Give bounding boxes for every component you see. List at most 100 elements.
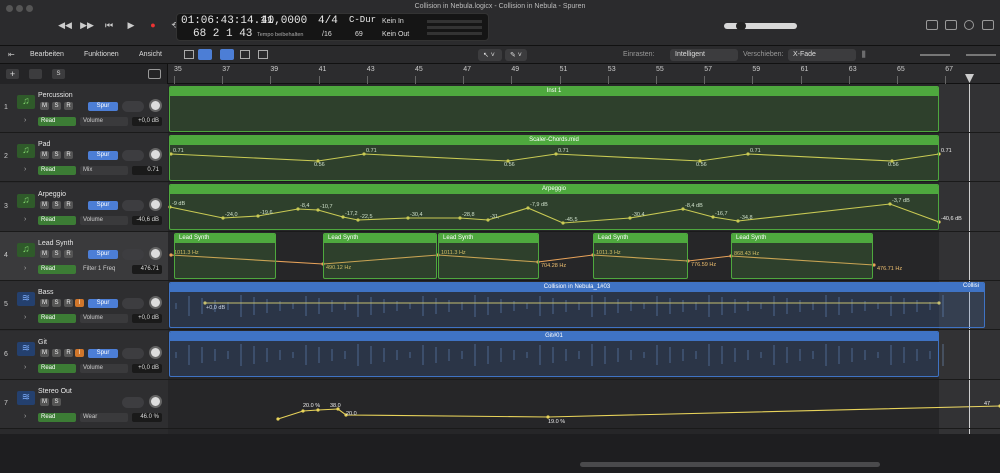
audio-region[interactable]: Git#01 <box>169 331 939 377</box>
automation-mode-select[interactable]: Read <box>38 412 76 422</box>
horizontal-zoom-slider[interactable] <box>966 54 996 56</box>
lcd-display[interactable]: 01:06:43:14.11 68 2 1 43 40,0000 Tempo b… <box>176 13 489 41</box>
midi-region[interactable]: Lead Synth <box>593 233 688 279</box>
record-enable-button[interactable]: R <box>64 249 73 258</box>
loop-browser-icon[interactable] <box>964 20 974 30</box>
track-toggle[interactable] <box>122 298 144 310</box>
pan-knob[interactable] <box>149 246 162 260</box>
automation-value[interactable]: -40,6 dB <box>132 215 162 225</box>
track-header[interactable]: 3 ♫ Arpeggio M S R Spur › Read Volume -40,6 dB <box>0 182 168 232</box>
automation-mode-select[interactable]: Read <box>38 314 76 324</box>
automation-parameter-select[interactable]: Volume <box>80 314 128 324</box>
functions-menu[interactable]: Funktionen <box>84 51 119 58</box>
mute-button[interactable]: M <box>40 151 49 160</box>
automation-parameter-select[interactable]: Mix <box>80 166 128 176</box>
automation-value[interactable]: +0,0 dB <box>132 363 162 373</box>
automation-parameter-select[interactable]: Filter 1 Freq <box>80 264 128 274</box>
automation-view-icon[interactable] <box>220 49 234 60</box>
drag-select[interactable]: X-Fade <box>788 49 856 61</box>
track-header[interactable]: 2 ♫ Pad M S R Spur › Read Mix 0.71 <box>0 133 168 183</box>
pencil-tool-select[interactable]: ✎ ˅ <box>505 49 527 61</box>
track-header[interactable]: 6 ≋ Git M S R I Spur › Read Volume +0,0 dB <box>0 330 168 380</box>
solo-button[interactable]: S <box>52 348 61 357</box>
midi-region[interactable]: Inst 1 <box>169 86 939 132</box>
snap-select[interactable]: Intelligent <box>670 49 738 61</box>
waveform-zoom-icon[interactable]: ⫼ <box>862 50 866 60</box>
midi-region[interactable]: Arpeggio <box>169 184 939 230</box>
automation-parameter-select[interactable]: Wear <box>80 412 128 422</box>
grid-view-icon[interactable] <box>184 50 194 59</box>
disclosure-chevron-icon[interactable]: › <box>24 265 26 272</box>
solo-button[interactable]: S <box>52 299 61 308</box>
automation-value[interactable]: 0.71 <box>132 166 162 176</box>
flex-icon[interactable] <box>240 50 250 59</box>
pan-knob[interactable] <box>149 148 162 162</box>
track-options-icon[interactable] <box>148 69 161 79</box>
track-header[interactable]: 4 ♫ Lead Synth M S R Spur › Read Filter 1 Freq 476… <box>0 231 168 281</box>
pan-knob[interactable] <box>149 345 162 359</box>
add-track-icon[interactable]: + <box>6 69 19 79</box>
horizontal-scrollbar[interactable] <box>580 462 880 467</box>
bar-ruler[interactable]: 35 37 39 41 43 45 47 49 51 53 55 57 59 61 63 65 67 <box>168 64 1000 84</box>
master-volume-slider[interactable] <box>724 23 797 29</box>
track-lane[interactable] <box>168 380 1000 429</box>
edit-menu[interactable]: Bearbeiten <box>30 51 64 58</box>
solo-button[interactable]: S <box>52 249 61 258</box>
automation-mode-select[interactable]: Read <box>38 166 76 176</box>
go-to-start-icon[interactable]: ⏮ <box>102 18 116 32</box>
audio-region[interactable]: Collision in Nebula_1#03 <box>169 282 985 328</box>
disclosure-chevron-icon[interactable]: › <box>24 216 26 223</box>
solo-button[interactable]: S <box>52 151 61 160</box>
disclosure-chevron-icon[interactable]: › <box>24 117 26 124</box>
track-header[interactable]: 5 ≋ Bass M S R I Spur › Read Volume +0,0 dB <box>0 281 168 331</box>
midi-region[interactable]: Scaler-Chords.mid <box>169 135 939 181</box>
playhead-marker[interactable] <box>965 74 974 83</box>
track-toggle[interactable] <box>122 150 144 162</box>
track-on-button[interactable]: Spur <box>88 200 118 210</box>
record-icon[interactable]: ● <box>146 18 160 32</box>
master-volume-knob[interactable] <box>736 22 746 30</box>
automation-mode-select[interactable]: Read <box>38 264 76 274</box>
automation-mode-select[interactable]: Read <box>38 215 76 225</box>
mute-button[interactable]: M <box>40 348 49 357</box>
automation-parameter-select[interactable]: Volume <box>80 215 128 225</box>
solo-button[interactable]: S <box>52 200 61 209</box>
input-monitor-button[interactable]: I <box>75 299 84 308</box>
automation-mode-select[interactable]: Read <box>38 117 76 126</box>
mute-button[interactable]: M <box>40 249 49 258</box>
pan-knob[interactable] <box>149 296 162 310</box>
track-toggle[interactable] <box>122 199 144 211</box>
track-toggle[interactable] <box>122 101 144 112</box>
track-header[interactable]: 7 ≋ Stereo Out M S › Read Wear 46.0 % <box>0 379 168 429</box>
track-on-button[interactable]: Spur <box>88 348 118 358</box>
mute-button[interactable]: M <box>40 200 49 209</box>
view-menu[interactable]: Ansicht <box>139 51 162 58</box>
solo-button[interactable]: S <box>52 397 61 406</box>
track-header[interactable]: 1 ♫ Percussion M S R Spur › Read Volume +0,0 dB <box>0 84 168 133</box>
record-enable-button[interactable]: R <box>64 348 73 357</box>
automation-value[interactable]: +0,0 dB <box>132 117 162 126</box>
disclosure-chevron-icon[interactable]: › <box>24 314 26 321</box>
browser-icon[interactable] <box>982 20 994 30</box>
vertical-zoom-slider[interactable] <box>920 54 950 56</box>
list-view-icon[interactable] <box>198 49 212 60</box>
rewind-icon[interactable]: ◀◀ <box>58 18 72 32</box>
solo-button[interactable]: S <box>52 102 61 110</box>
track-toggle[interactable] <box>122 396 144 408</box>
back-icon[interactable]: ⇤ <box>8 50 15 59</box>
automation-value[interactable]: 46.0 % <box>132 412 162 422</box>
play-icon[interactable]: ▶ <box>124 18 138 32</box>
notepad-icon[interactable] <box>945 20 957 30</box>
list-editors-icon[interactable] <box>926 20 938 30</box>
forward-icon[interactable]: ▶▶ <box>80 18 94 32</box>
global-solo-icon[interactable]: S <box>52 69 65 79</box>
automation-value[interactable]: +0,0 dB <box>132 314 162 324</box>
pointer-tool-select[interactable]: ↖ ˅ <box>478 49 502 61</box>
midi-region[interactable]: Lead Synth <box>438 233 539 279</box>
midi-region[interactable]: Lead Synth <box>174 233 276 279</box>
track-toggle[interactable] <box>122 347 144 359</box>
midi-region[interactable]: Lead Synth <box>731 233 873 279</box>
track-on-button[interactable]: Spur <box>88 249 118 259</box>
track-on-button[interactable]: Spur <box>88 299 118 309</box>
track-on-button[interactable]: Spur <box>88 151 118 161</box>
